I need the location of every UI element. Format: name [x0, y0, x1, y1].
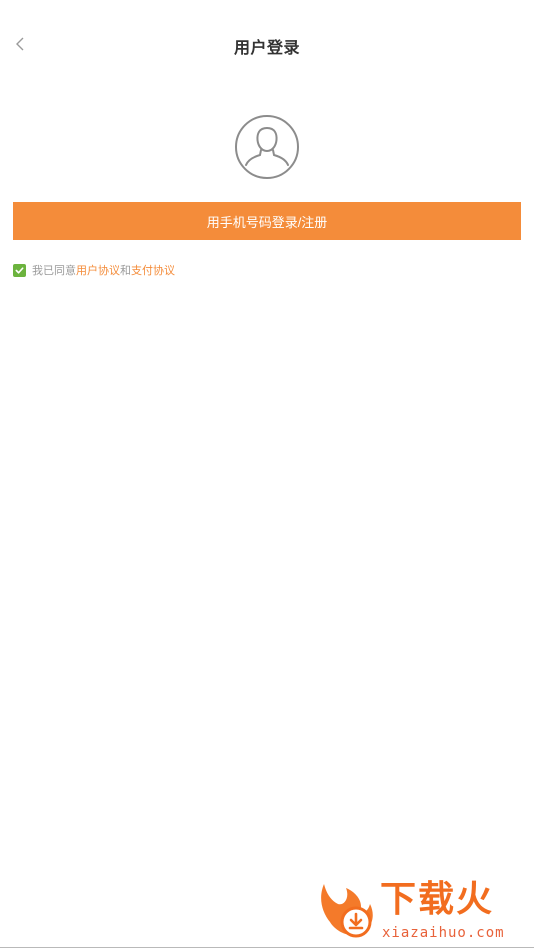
user-avatar: [234, 114, 300, 180]
watermark: 下载火 xiazaihuo.com: [316, 878, 530, 944]
agreement-checkbox[interactable]: [13, 263, 26, 277]
checkmark-icon: [15, 266, 24, 274]
watermark-site: xiazaihuo.com: [382, 925, 505, 941]
payment-agreement-link[interactable]: 支付协议: [131, 262, 175, 278]
page-title: 用户登录: [233, 40, 300, 57]
user-silhouette-icon: [235, 115, 299, 179]
agreement-row: 我已同意 用户协议 和 支付协议: [13, 262, 175, 278]
flame-logo-icon: [321, 884, 373, 938]
header-bar: 用户登录: [0, 0, 534, 88]
phone-login-button[interactable]: 用手机号码登录/注册: [13, 202, 521, 240]
agreement-prefix: 我已同意: [32, 265, 76, 277]
agreement-connector: 和: [120, 265, 131, 277]
watermark-brand: 下载火: [380, 879, 495, 920]
user-agreement-link[interactable]: 用户协议: [76, 262, 120, 278]
